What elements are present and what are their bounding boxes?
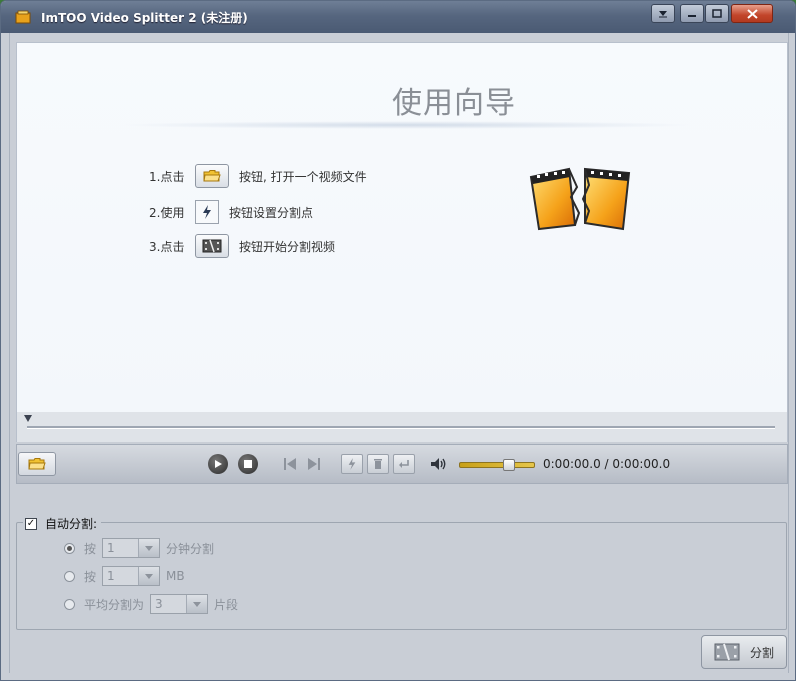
split-evenly-option[interactable]: 平均分割为 3 片段 [64, 594, 238, 614]
option-suffix: 分钟分割 [166, 541, 215, 556]
chevron-down-icon [138, 567, 160, 585]
minutes-select[interactable]: 1 [102, 538, 161, 558]
option-suffix: MB [166, 569, 185, 583]
play-button[interactable] [208, 454, 228, 474]
step-number: 2.使用 [149, 205, 185, 220]
preview-area: 使用向导 1.点击 按钮, 打开一个视频文件 2.使用 按钮设置分割点 3.点击 [16, 42, 788, 414]
chevron-down-icon [186, 595, 208, 613]
speaker-icon [431, 458, 446, 470]
chevron-down-icon [138, 539, 160, 557]
step-text: 按钮开始分割视频 [239, 239, 336, 254]
open-file-button[interactable] [18, 452, 56, 476]
undo-button[interactable] [393, 454, 415, 474]
film-split-icon [202, 239, 222, 253]
close-icon [746, 8, 758, 19]
split-button[interactable]: 分割 [701, 635, 787, 669]
option-prefix: 按 [84, 569, 97, 584]
segments-select[interactable]: 3 [150, 594, 209, 614]
stop-button[interactable] [238, 454, 258, 474]
options-dropdown-button[interactable] [651, 4, 675, 23]
split-point-icon [195, 200, 219, 224]
maximize-button[interactable] [705, 4, 729, 23]
split-by-minutes-radio[interactable] [64, 542, 75, 554]
option-suffix: 片段 [214, 597, 239, 612]
step-text: 按钮设置分割点 [229, 205, 314, 220]
split-evenly-radio[interactable] [64, 598, 75, 610]
open-file-hint-button [195, 164, 229, 188]
folder-open-icon [28, 458, 46, 470]
guide-step-2: 2.使用 按钮设置分割点 [149, 200, 313, 224]
trash-icon [374, 459, 382, 469]
minimize-button[interactable] [680, 4, 704, 23]
guide-title: 使用向导 [392, 86, 516, 121]
app-window: ImTOO Video Splitter 2 (未注册) 使用向导 1.点击 按… [0, 0, 796, 681]
split-by-minutes-option[interactable]: 按 1 分钟分割 [64, 538, 214, 558]
folder-open-icon [203, 170, 221, 182]
step-number: 1.点击 [149, 169, 185, 184]
segments-value: 3 [155, 597, 163, 611]
split-hint-button [195, 234, 229, 258]
split-by-size-radio[interactable] [64, 570, 75, 582]
delete-split-point-button[interactable] [367, 454, 389, 474]
step-number: 3.点击 [149, 239, 185, 254]
play-icon [215, 460, 222, 468]
step-text: 按钮, 打开一个视频文件 [239, 169, 367, 184]
maximize-icon [712, 9, 722, 18]
volume-slider[interactable] [459, 462, 535, 468]
minutes-value: 1 [107, 541, 115, 555]
seek-bar[interactable] [16, 412, 788, 442]
size-value: 1 [107, 569, 115, 583]
auto-split-header[interactable]: ✓ 自动分割: [23, 515, 102, 532]
seek-track[interactable] [27, 426, 775, 429]
chevron-down-icon [659, 10, 667, 17]
set-split-point-button[interactable] [341, 454, 363, 474]
option-prefix: 按 [84, 541, 97, 556]
return-icon [399, 460, 409, 468]
previous-frame-button[interactable] [282, 455, 298, 473]
film-split-icon [714, 643, 740, 661]
skip-forward-icon [308, 458, 320, 470]
close-button[interactable] [731, 4, 773, 23]
auto-split-label: 自动分割: [45, 517, 98, 531]
guide-title-underline [117, 121, 697, 129]
guide-step-3: 3.点击 按钮开始分割视频 [149, 234, 335, 258]
next-frame-button[interactable] [306, 455, 322, 473]
app-logo-icon [15, 10, 31, 24]
minimize-icon [688, 14, 696, 17]
film-splitter-logo-icon [529, 167, 631, 231]
split-by-size-option[interactable]: 按 1 MB [64, 566, 185, 586]
skip-back-icon [284, 458, 296, 470]
size-select[interactable]: 1 [102, 566, 161, 586]
guide-step-1: 1.点击 按钮, 打开一个视频文件 [149, 164, 367, 188]
seek-thumb[interactable] [24, 415, 32, 422]
title-bar[interactable]: ImTOO Video Splitter 2 (未注册) [1, 1, 795, 33]
split-button-label: 分割 [749, 645, 774, 660]
split-point-icon [348, 458, 356, 470]
auto-split-checkbox[interactable]: ✓ [25, 517, 37, 530]
mute-button[interactable] [429, 455, 449, 473]
option-prefix: 平均分割为 [84, 597, 145, 612]
player-control-bar: 0:00:00.0 / 0:00:00.0 [16, 444, 788, 484]
volume-thumb[interactable] [503, 459, 515, 471]
time-readout: 0:00:00.0 / 0:00:00.0 [543, 457, 671, 471]
window-title: ImTOO Video Splitter 2 (未注册) [41, 11, 248, 25]
stop-icon [244, 460, 252, 468]
